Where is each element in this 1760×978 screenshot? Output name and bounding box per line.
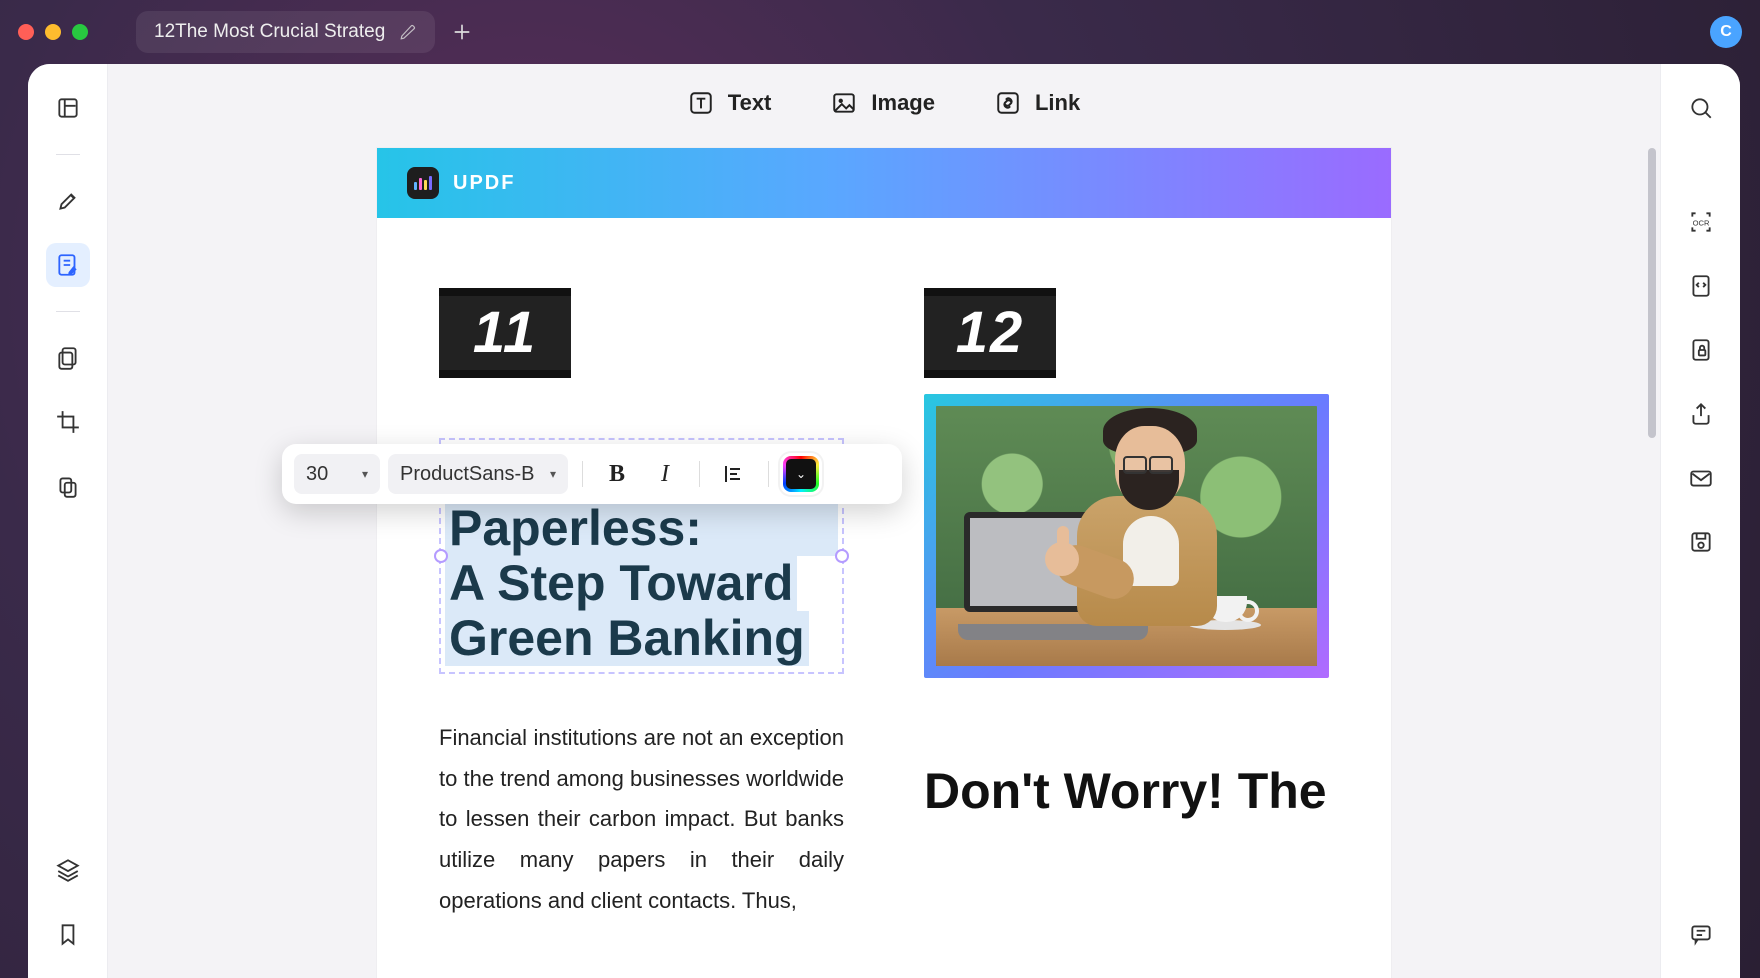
tab-strip: 12The Most Crucial Strateg [136, 11, 1692, 53]
pencil-icon [399, 23, 417, 41]
svg-text:OCR: OCR [1692, 218, 1709, 227]
edit-toolbar: Text Image Link [108, 64, 1660, 142]
fullscreen-window-icon[interactable] [72, 24, 88, 40]
new-tab-button[interactable] [445, 15, 479, 49]
photo-frame[interactable] [924, 394, 1329, 678]
photo-man-with-laptop [936, 406, 1317, 666]
section-number-11: 11 [439, 288, 571, 378]
font-family-select[interactable]: ProductSans-B ▾ [388, 454, 568, 494]
layers-icon[interactable] [46, 848, 90, 892]
right-sidebar: OCR [1660, 64, 1740, 978]
app-body: Text Image Link UPDF [28, 64, 1740, 978]
align-button[interactable] [714, 454, 754, 494]
titlebar: 12The Most Crucial Strateg C [0, 0, 1760, 64]
add-text-button[interactable]: Text [688, 90, 772, 116]
left-column: 11 Going Paperless: A Step Toward Green … [439, 288, 844, 921]
text-color-button[interactable]: ⌄ [783, 456, 819, 492]
divider [768, 461, 769, 487]
chevron-down-icon: ⌄ [796, 467, 806, 481]
bold-button[interactable]: B [597, 454, 637, 494]
document-canvas[interactable]: UPDF 11 Going Paperless: A Step Toward G… [108, 142, 1660, 978]
reader-icon[interactable] [46, 86, 90, 130]
save-icon[interactable] [1679, 520, 1723, 564]
tab-title: 12The Most Crucial Strateg [154, 21, 385, 43]
right-column: 12 [924, 288, 1329, 921]
center-area: Text Image Link UPDF [108, 64, 1660, 978]
avatar[interactable]: C [1710, 16, 1742, 48]
duplicate-pages-icon[interactable] [46, 464, 90, 508]
highlighter-icon[interactable] [46, 179, 90, 223]
updf-logo-icon [407, 167, 439, 199]
italic-button[interactable]: I [645, 454, 685, 494]
edit-icon[interactable] [46, 243, 90, 287]
convert-icon[interactable] [1679, 264, 1723, 308]
add-image-label: Image [871, 90, 935, 116]
search-icon[interactable] [1679, 86, 1723, 130]
add-image-button[interactable]: Image [831, 90, 935, 116]
scrollbar-thumb[interactable] [1648, 148, 1656, 438]
page: UPDF 11 Going Paperless: A Step Toward G… [377, 148, 1391, 978]
left-sidebar [28, 64, 108, 978]
add-text-label: Text [728, 90, 772, 116]
right-headline[interactable]: Don't Worry! The [924, 762, 1329, 820]
font-family-value: ProductSans-B [400, 463, 535, 486]
divider [699, 461, 700, 487]
minimize-window-icon[interactable] [45, 24, 61, 40]
avatar-initial: C [1720, 23, 1732, 41]
brand-name: UPDF [453, 172, 515, 195]
crop-icon[interactable] [46, 400, 90, 444]
section-number-12: 12 [924, 288, 1056, 378]
pages-icon[interactable] [46, 336, 90, 380]
document-tab[interactable]: 12The Most Crucial Strateg [136, 11, 435, 53]
page-brand-header: UPDF [377, 148, 1391, 218]
chevron-down-icon: ▾ [550, 467, 556, 481]
font-size-select[interactable]: 30 ▾ [294, 454, 380, 494]
font-size-value: 30 [306, 463, 328, 486]
add-link-button[interactable]: Link [995, 90, 1080, 116]
divider [56, 154, 80, 155]
bookmark-icon[interactable] [46, 912, 90, 956]
divider [582, 461, 583, 487]
body-paragraph[interactable]: Financial institutions are not an except… [439, 718, 844, 921]
window-controls [18, 24, 88, 40]
share-icon[interactable] [1679, 392, 1723, 436]
add-link-label: Link [1035, 90, 1080, 116]
ocr-icon[interactable]: OCR [1679, 200, 1723, 244]
comment-panel-icon[interactable] [1679, 912, 1723, 956]
protect-icon[interactable] [1679, 328, 1723, 372]
text-format-toolbar: 30 ▾ ProductSans-B ▾ B I ⌄ [282, 444, 902, 504]
email-icon[interactable] [1679, 456, 1723, 500]
close-window-icon[interactable] [18, 24, 34, 40]
divider [56, 311, 80, 312]
chevron-down-icon: ▾ [362, 467, 368, 481]
